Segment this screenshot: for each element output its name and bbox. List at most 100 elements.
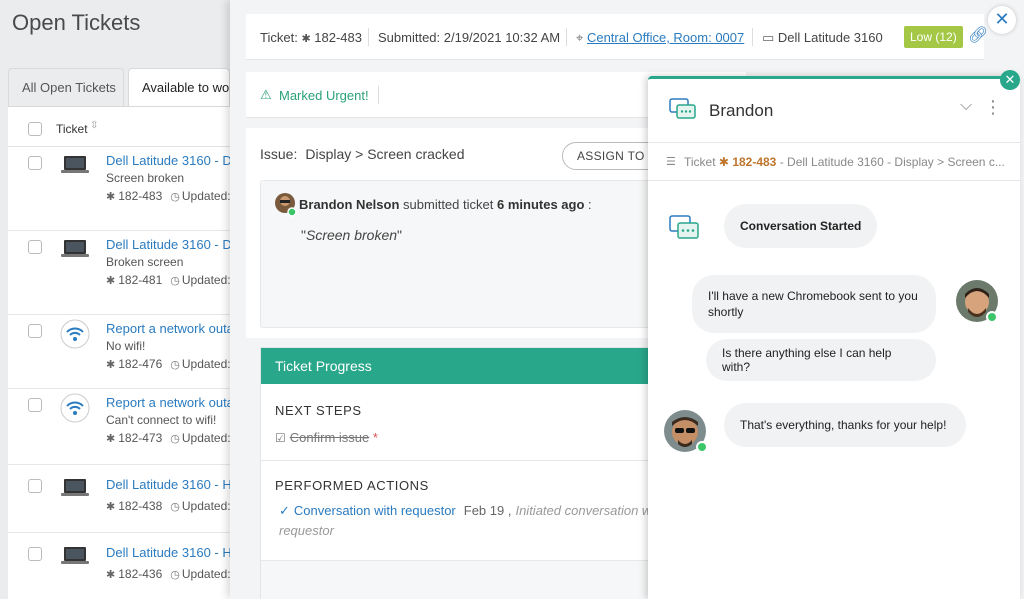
ticket-title-link[interactable]: Dell Latitude 3160 - D [106,237,232,252]
author-name: Brandon Nelson [299,197,400,212]
gear-icon: ✱ [106,433,116,445]
chat-ticket-context[interactable]: ☰ Ticket ✱ 182-483 - Dell Latitude 3160 … [648,143,1020,181]
row-checkbox[interactable] [28,240,42,254]
updated-label: Updated: [181,189,231,203]
ticket-subtitle: No wifi! [106,339,146,353]
gear-icon: ✱ [106,569,116,581]
row-checkbox[interactable] [28,398,42,412]
link-icon[interactable]: 🔗︎ [968,25,988,45]
laptop-icon [61,240,89,257]
gear-icon: ✱ [301,33,311,45]
issue-line: Issue: Display > Screen cracked [260,146,465,162]
comment-time: 6 minutes ago [496,197,585,212]
row-checkbox[interactable] [28,479,42,493]
tab-available-to-work[interactable]: Available to wor [128,68,230,106]
ticket-list: Ticket ⇳ Dell Latitude 3160 - D Screen b… [8,106,240,599]
chat-ticket-summary: Ticket ✱ 182-483 - Dell Latitude 3160 - … [684,155,1005,169]
page-title: Open Tickets [12,10,141,35]
ticket-meta: ✱ 182-436 ◷ Updated: [106,567,231,581]
priority-badge[interactable]: Low (12) [904,26,963,48]
ticket-subtitle: Can't connect to wifi! [106,413,217,427]
chat-header: Brandon ⌵ ⋮ [648,79,1020,143]
comment-header: Brandon Nelson submitted ticket 6 minute… [299,197,592,212]
ticket-meta: ✱ 182-483 ◷ Updated: [106,189,231,203]
clock-icon: ◷ [170,359,180,371]
laptop-icon [61,479,89,496]
row-checkbox[interactable] [28,547,42,561]
checkbox-icon: ☑ [275,431,286,445]
ticket-id: 182-481 [118,273,163,287]
ticket-row[interactable]: Dell Latitude 3160 - D Broken screen ✱ 18… [8,231,240,315]
close-chat-icon[interactable]: ✕ [1000,70,1020,90]
wifi-icon [60,393,90,423]
gear-icon: ✱ [106,359,116,371]
clock-icon: ◷ [170,191,180,203]
more-options-icon[interactable]: ⋮ [984,97,1002,118]
ticket-meta: ✱ 182-473 ◷ Updated: [106,431,231,445]
clock-icon: ◷ [170,501,180,513]
ticket-row[interactable]: Dell Latitude 3160 - H ✱ 182-438 ◷ Updated: [8,465,240,533]
row-checkbox[interactable] [28,156,42,170]
online-status-indicator [986,311,998,323]
performed-actions-heading: PERFORMED ACTIONS [275,478,429,493]
ticket-id-label: Ticket: ✱ 182-483 [260,30,362,45]
ticket-row[interactable]: Report a network outa No wifi! ✱ 182-476 ◷… [8,315,240,389]
warning-icon: ⚠ [260,87,272,102]
comment-quote: "Screen broken" [301,227,403,243]
ticket-meta: ✱ 182-476 ◷ Updated: [106,357,231,371]
ticket-title-link[interactable]: Dell Latitude 3160 - D [106,153,232,168]
ticket-id: 182-436 [118,567,163,581]
ticket-subtitle: Broken screen [106,255,184,269]
check-icon: ✓ [279,503,290,518]
clock-icon: ◷ [170,275,180,287]
ticket-row[interactable]: Dell Latitude 3160 - H ✱ 182-436 ◷ Updated: [8,533,240,599]
ticket-title-link[interactable]: Report a network outa [106,395,234,410]
chat-message-user: That's everything, thanks for your help! [724,403,966,447]
ticket-id: 182-476 [118,357,163,371]
divider [378,86,379,104]
ticket-title-link[interactable]: Dell Latitude 3160 - H [106,545,232,560]
avatar [275,193,297,217]
close-icon[interactable]: ✕ [988,6,1016,34]
chevron-down-icon[interactable]: ⌵ [960,97,972,115]
urgent-label[interactable]: Marked Urgent! [279,88,369,103]
ticket-info-bar: Ticket: ✱ 182-483 Submitted: 2/19/2021 1… [246,14,988,60]
conversation-link: Conversation with requestor [293,503,456,518]
wifi-icon [60,319,90,349]
ticket-id: 182-483 [118,189,163,203]
divider [368,28,369,46]
ticket-meta: ✱ 182-481 ◷ Updated: [106,273,231,287]
chat-contact-name: Brandon [709,101,774,120]
gear-icon: ✱ [106,501,116,513]
ticket-column-header[interactable]: Ticket [56,122,88,136]
select-all-checkbox[interactable] [28,122,42,136]
updated-label: Updated: [181,499,231,513]
list-header: Ticket ⇳ [8,107,240,147]
chat-message-agent: I'll have a new Chromebook sent to you s… [692,275,936,333]
ticket-row[interactable]: Report a network outa Can't connect to w… [8,389,240,465]
ticket-title-link[interactable]: Report a network outa [106,321,234,336]
gear-icon: ✱ [718,155,729,169]
ticket-subtitle: Screen broken [106,171,185,185]
updated-label: Updated: [181,357,231,371]
laptop-icon: ▭ [762,30,775,45]
gear-icon: ✱ [106,275,116,287]
ticket-meta: ✱ 182-438 ◷ Updated: [106,499,231,513]
updated-label: Updated: [181,567,231,581]
ticket-id: 182-438 [118,499,163,513]
sort-icon[interactable]: ⇳ [90,120,98,131]
ticket-title-link[interactable]: Dell Latitude 3160 - H [106,477,232,492]
ticket-id: 182-473 [118,431,163,445]
chat-icon [669,98,696,119]
tab-all-open-tickets[interactable]: All Open Tickets [8,68,124,106]
location-link: Central Office, Room: 0007 [586,30,745,45]
updated-label: Updated: [181,431,231,445]
location-field[interactable]: ⌖ Central Office, Room: 0007 [576,30,744,46]
device-field[interactable]: ▭ Dell Latitude 3160 [762,30,883,46]
row-checkbox[interactable] [28,324,42,338]
online-status-indicator [696,441,708,453]
step-confirm-issue[interactable]: ☑ Confirm issue * [275,430,378,445]
ticket-row[interactable]: Dell Latitude 3160 - D Screen broken ✱ 18… [8,147,240,231]
laptop-icon [61,547,89,564]
issue-value: Display > Screen cracked [305,146,465,162]
